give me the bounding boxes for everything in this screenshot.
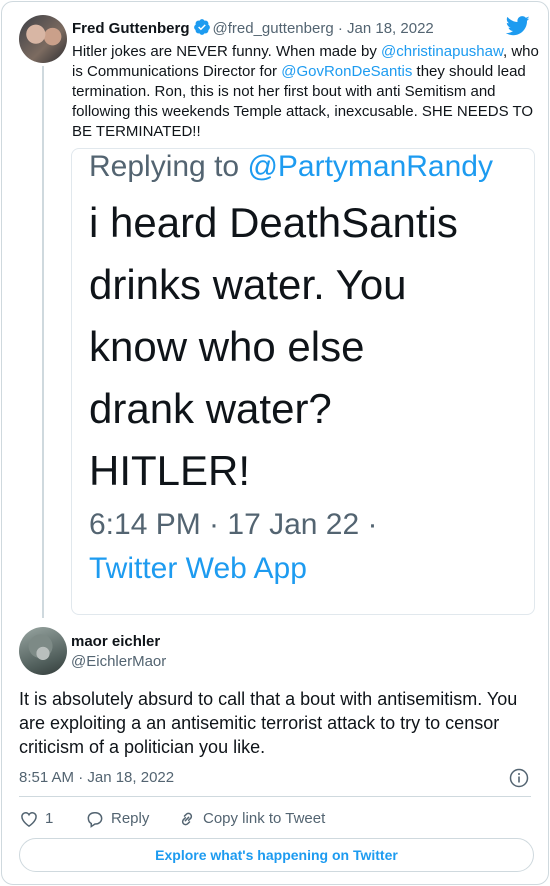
media-body-line: i heard DeathSantis xyxy=(89,199,458,246)
tweet-media-image[interactable]: Replying to @PartymanRandy i heard Death… xyxy=(71,148,535,615)
author-handle[interactable]: @fred_guttenberg xyxy=(213,20,334,37)
media-replying-prefix: Replying to xyxy=(89,150,248,183)
reply-bubble-icon xyxy=(87,812,103,828)
header-separator: · xyxy=(337,20,343,37)
heart-icon xyxy=(21,811,37,827)
thread-connector-line xyxy=(42,66,44,618)
reply-label: Reply xyxy=(111,810,150,827)
reply-button[interactable]: Reply xyxy=(85,809,149,829)
media-replying-to: Replying to @PartymanRandy xyxy=(89,149,493,185)
tweet-header: Fred Guttenberg @fred_guttenberg · Jan 18… xyxy=(72,18,434,38)
avatar-fred-guttenberg[interactable] xyxy=(19,15,67,63)
tweet-card: Fred Guttenberg @fred_guttenberg · Jan 18… xyxy=(1,1,549,885)
author-name[interactable]: Fred Guttenberg xyxy=(72,20,190,37)
explore-twitter-button[interactable]: Explore what's happening on Twitter xyxy=(19,838,534,872)
reply-author-handle[interactable]: @EichlerMaor xyxy=(71,653,166,671)
media-body-line: HITLER! xyxy=(89,447,251,494)
verified-badge-icon xyxy=(193,19,210,35)
twitter-bird-icon[interactable] xyxy=(506,16,530,36)
avatar-maor-eichler[interactable] xyxy=(19,627,67,675)
like-count: 1 xyxy=(45,810,54,827)
tweet-text-part: Hitler jokes are NEVER funny. When made … xyxy=(72,43,382,60)
like-button[interactable]: 1 xyxy=(19,809,53,829)
reply-text: It is absolutely absurd to call that a b… xyxy=(19,689,518,757)
tweet-text: Hitler jokes are NEVER funny. When made … xyxy=(72,42,542,142)
reply-timestamp[interactable]: 8:51 AM · Jan 18, 2022 xyxy=(19,769,174,787)
media-body-line: know who else xyxy=(89,323,365,370)
divider xyxy=(19,796,531,797)
copy-link-button[interactable]: Copy link to Tweet xyxy=(177,809,325,829)
media-source-app: Twitter Web App xyxy=(89,552,307,585)
media-body-text: i heard DeathSantis drinks water. You kn… xyxy=(89,192,529,502)
tweet-date[interactable]: Jan 18, 2022 xyxy=(347,20,434,37)
media-timestamp: 6:14 PM · 17 Jan 22 · xyxy=(89,508,378,541)
media-body-line: drank water? xyxy=(89,385,332,432)
info-icon[interactable] xyxy=(509,768,529,788)
media-body-line: drinks water. You xyxy=(89,261,407,308)
media-replying-handle: @PartymanRandy xyxy=(247,150,493,183)
link-icon xyxy=(181,812,193,826)
mention-link-christinapushaw[interactable]: @christinapushaw xyxy=(381,43,503,60)
mention-link-govrondesantis[interactable]: @GovRonDeSantis xyxy=(281,63,412,80)
copy-link-label: Copy link to Tweet xyxy=(203,810,326,827)
reply-author-name[interactable]: maor eichler xyxy=(71,633,160,651)
